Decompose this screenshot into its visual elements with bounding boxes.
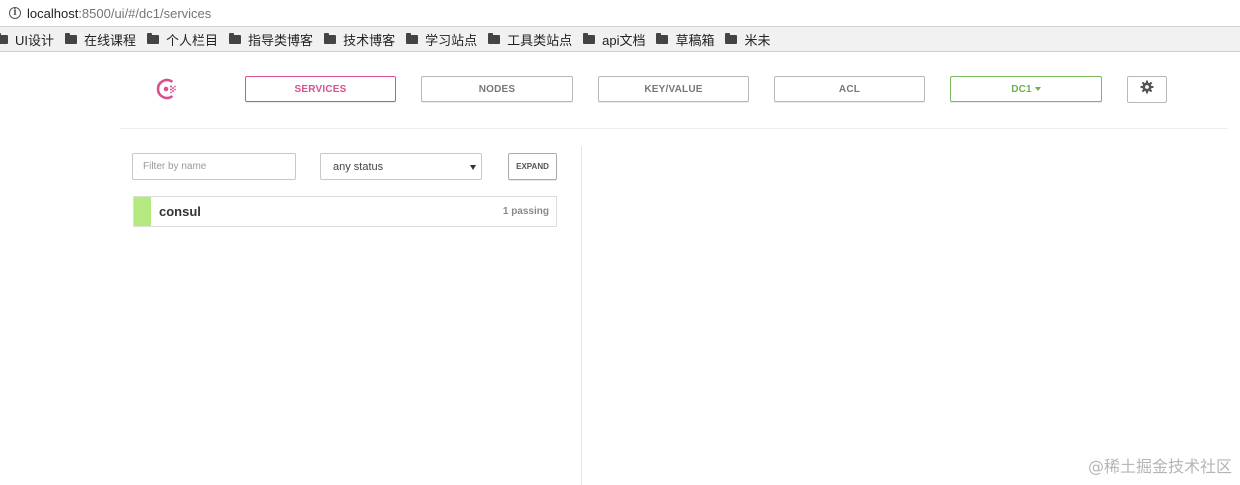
bookmark-folder[interactable]: 学习站点: [406, 30, 477, 49]
bookmark-label: 工具类站点: [507, 32, 573, 48]
bookmark-label: 米未: [744, 32, 771, 48]
bookmark-label: 技术博客: [343, 32, 396, 48]
bookmark-label: 草稿箱: [675, 32, 715, 48]
url-path: :8500/ui/#/dc1/services: [78, 5, 212, 21]
gear-icon: [1140, 80, 1154, 99]
header-divider: [120, 128, 1228, 129]
bookmark-folder[interactable]: 米未: [725, 30, 771, 49]
filter-by-name-input[interactable]: [132, 153, 296, 180]
folder-icon: [324, 33, 337, 44]
bookmark-folder[interactable]: 个人栏目: [147, 30, 218, 49]
bookmark-label: 个人栏目: [166, 32, 219, 48]
folder-icon: [725, 33, 738, 44]
nav-keyvalue-button[interactable]: KEY/VALUE: [598, 76, 749, 102]
folder-icon: [229, 33, 242, 44]
bookmark-folder[interactable]: api文档: [583, 30, 645, 49]
folder-icon: [147, 33, 160, 44]
url-host: localhost: [27, 5, 79, 21]
datacenter-dropdown[interactable]: DC1: [950, 76, 1102, 102]
bookmark-label: 学习站点: [425, 32, 478, 48]
folder-icon: [656, 33, 669, 44]
service-check-status: 1 passing: [502, 206, 549, 217]
bookmark-folder[interactable]: 指导类博客: [229, 30, 313, 49]
folder-icon: [65, 33, 78, 44]
info-icon[interactable]: i: [9, 7, 21, 19]
bookmark-label: api文档: [602, 32, 646, 48]
folder-icon: [583, 33, 596, 44]
bookmark-label: UI设计: [15, 32, 55, 48]
nav-nodes-button[interactable]: NODES: [421, 76, 573, 102]
bookmark-folder[interactable]: UI设计: [0, 30, 54, 49]
expand-button[interactable]: EXPAND: [508, 153, 557, 180]
bookmark-folder[interactable]: 技术博客: [324, 30, 395, 49]
folder-icon: [488, 33, 501, 44]
nav-services-button[interactable]: SERVICES: [245, 76, 396, 102]
settings-button[interactable]: [1127, 76, 1167, 103]
bookmark-folder[interactable]: 在线课程: [65, 30, 136, 49]
health-indicator: [134, 197, 151, 226]
status-filter-select[interactable]: any status: [320, 153, 482, 180]
service-list-item[interactable]: consul 1 passing: [133, 196, 557, 227]
bookmarks-bar: UI设计 在线课程 个人栏目 指导类博客 技术博客 学习站点 工具类站点 api…: [0, 27, 1240, 52]
address-bar[interactable]: i localhost:8500/ui/#/dc1/services: [0, 0, 1240, 27]
select-arrow-icon: [470, 165, 476, 170]
watermark: @稀土掘金技术社区: [1087, 457, 1232, 476]
column-divider: [581, 146, 582, 485]
caret-down-icon: [1034, 87, 1041, 91]
url-text[interactable]: localhost:8500/ui/#/dc1/services: [27, 6, 211, 21]
consul-logo-icon[interactable]: [156, 77, 180, 101]
folder-icon: [406, 33, 419, 44]
nav-acl-button[interactable]: ACL: [774, 76, 925, 102]
bookmark-label: 指导类博客: [248, 32, 314, 48]
service-name: consul: [159, 204, 201, 219]
bookmark-folder[interactable]: 草稿箱: [656, 30, 714, 49]
folder-icon: [0, 33, 8, 44]
datacenter-label: DC1: [1011, 83, 1032, 95]
bookmark-folder[interactable]: 工具类站点: [488, 30, 572, 49]
status-filter-value: any status: [333, 160, 384, 173]
bookmark-label: 在线课程: [84, 32, 137, 48]
